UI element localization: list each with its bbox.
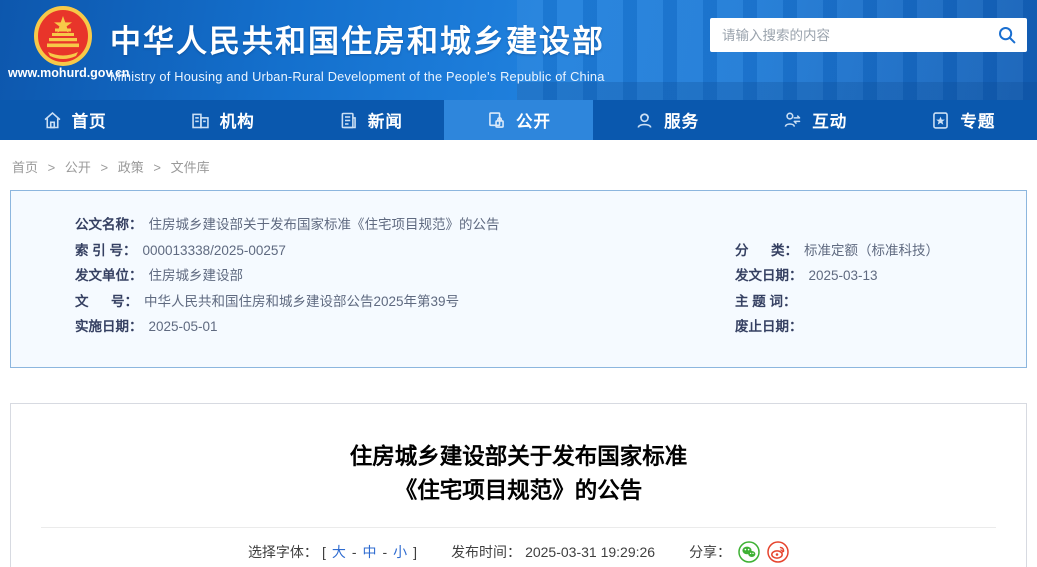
article-title: 住房城乡建设部关于发布国家标准 《住宅项目规范》的公告 xyxy=(11,440,1026,508)
article-meta-bar: 选择字体：[大 - 中 - 小] 发布时间： 2025-03-31 19:29:26 分享… xyxy=(11,541,1026,563)
nav-item-organization[interactable]: 机构 xyxy=(148,100,296,140)
font-size-medium[interactable]: 中 xyxy=(363,542,377,562)
meta-value: 中华人民共和国住房和城乡建设部公告2025年第39号 xyxy=(144,293,460,309)
site-title-chinese: 中华人民共和国住房和城乡建设部 xyxy=(110,24,605,59)
meta-value: 标准定额（标准科技） xyxy=(804,242,940,258)
meta-value: 住房城乡建设部关于发布国家标准《住宅项目规范》的公告 xyxy=(148,217,500,232)
meta-value: 住房城乡建设部 xyxy=(148,268,244,284)
main-navigation: 首页 机构 新闻 公开 服务 互动 专题 xyxy=(0,100,1037,140)
home-icon xyxy=(42,110,63,131)
national-emblem xyxy=(30,6,96,73)
meta-row-effective-date: 实施日期： 2025-05-01 xyxy=(75,314,735,340)
meta-row-subject-words: 主 题 词： xyxy=(735,289,1002,315)
font-select-label: 选择字体： xyxy=(247,544,318,560)
interaction-icon xyxy=(782,110,803,131)
nav-item-services[interactable]: 服务 xyxy=(593,100,741,140)
site-title-english: Ministry of Housing and Urban-Rural Deve… xyxy=(110,69,605,84)
breadcrumb-separator: > xyxy=(153,160,161,175)
meta-row-issue-date: 发文日期： 2025-03-13 xyxy=(735,263,1002,289)
font-size-small[interactable]: 小 xyxy=(393,542,407,562)
news-icon xyxy=(338,110,359,131)
article-panel: 住房城乡建设部关于发布国家标准 《住宅项目规范》的公告 选择字体：[大 - 中 - 小]… xyxy=(10,403,1027,567)
font-sep: - xyxy=(382,544,388,560)
meta-row-repeal-date: 废止日期： xyxy=(735,314,1002,340)
nav-label: 服务 xyxy=(664,113,700,131)
meta-label: 分 类： xyxy=(735,242,799,258)
breadcrumb-disclosure[interactable]: 公开 xyxy=(65,160,91,175)
wechat-icon[interactable] xyxy=(738,541,760,563)
breadcrumb-library[interactable]: 文件库 xyxy=(171,160,210,175)
nav-label: 公开 xyxy=(515,113,551,131)
meta-row-category: 分 类： 标准定额（标准科技） xyxy=(735,238,1002,264)
breadcrumb-policy[interactable]: 政策 xyxy=(118,160,144,175)
topics-icon xyxy=(930,110,951,131)
nav-item-home[interactable]: 首页 xyxy=(0,100,148,140)
site-header: www.mohurd.gov.cn 中华人民共和国住房和城乡建设部 Minist… xyxy=(0,0,1037,100)
meta-label: 废止日期： xyxy=(735,319,803,335)
bracket: [ xyxy=(321,544,326,560)
weibo-icon[interactable] xyxy=(767,541,789,563)
publish-time-label: 发布时间： xyxy=(451,544,522,560)
meta-label: 发文日期： xyxy=(735,268,803,284)
meta-row-doc-name: 公文名称： 住房城乡建设部关于发布国家标准《住宅项目规范》的公告 xyxy=(75,212,1002,238)
nav-item-topics[interactable]: 专题 xyxy=(889,100,1037,140)
article-title-line1: 住房城乡建设部关于发布国家标准 xyxy=(349,444,688,469)
nav-label: 机构 xyxy=(219,113,255,131)
breadcrumb-separator: > xyxy=(47,160,56,175)
nav-label: 新闻 xyxy=(367,113,403,131)
nav-label: 专题 xyxy=(960,113,996,131)
nav-label: 互动 xyxy=(812,113,848,131)
meta-label: 主 题 词： xyxy=(735,293,797,309)
search-box[interactable] xyxy=(710,18,1027,52)
share-label: 分享： xyxy=(689,544,732,560)
meta-row-index-no: 索 引 号： 000013338/2025-00257 xyxy=(75,238,735,264)
meta-value: 000013338/2025-00257 xyxy=(142,242,286,258)
meta-label: 发文单位： xyxy=(75,268,143,284)
meta-value: 2025-05-01 xyxy=(148,319,218,335)
nav-item-news[interactable]: 新闻 xyxy=(296,100,444,140)
document-meta-panel: 公文名称： 住房城乡建设部关于发布国家标准《住宅项目规范》的公告 索 引 号： … xyxy=(10,190,1027,368)
font-sep: - xyxy=(351,544,357,560)
organization-icon xyxy=(190,110,211,131)
search-button[interactable] xyxy=(987,18,1027,52)
meta-label: 公文名称： xyxy=(75,217,143,232)
meta-label: 文 号： xyxy=(75,293,139,309)
divider xyxy=(41,527,996,528)
breadcrumb-separator: > xyxy=(100,160,109,175)
breadcrumb-home[interactable]: 首页 xyxy=(12,160,38,175)
meta-row-doc-number: 文 号： 中华人民共和国住房和城乡建设部公告2025年第39号 xyxy=(75,289,735,315)
disclosure-icon xyxy=(486,110,507,131)
nav-item-disclosure[interactable]: 公开 xyxy=(444,100,593,140)
nav-item-interaction[interactable]: 互动 xyxy=(741,100,889,140)
publish-time: 2025-03-31 19:29:26 xyxy=(525,544,656,560)
article-title-line2: 《住宅项目规范》的公告 xyxy=(394,478,643,503)
meta-label: 实施日期： xyxy=(75,319,143,335)
nav-label: 首页 xyxy=(71,113,107,131)
search-input[interactable] xyxy=(710,27,987,43)
meta-value: 2025-03-13 xyxy=(808,268,878,284)
bracket: ] xyxy=(413,544,418,560)
meta-row-issuing-unit: 发文单位： 住房城乡建设部 xyxy=(75,263,735,289)
meta-label: 索 引 号： xyxy=(75,242,137,258)
font-size-large[interactable]: 大 xyxy=(332,542,346,562)
search-icon xyxy=(997,25,1017,45)
service-icon xyxy=(634,110,655,131)
breadcrumb: 首页 > 公开 > 政策 > 文件库 xyxy=(0,140,1037,190)
